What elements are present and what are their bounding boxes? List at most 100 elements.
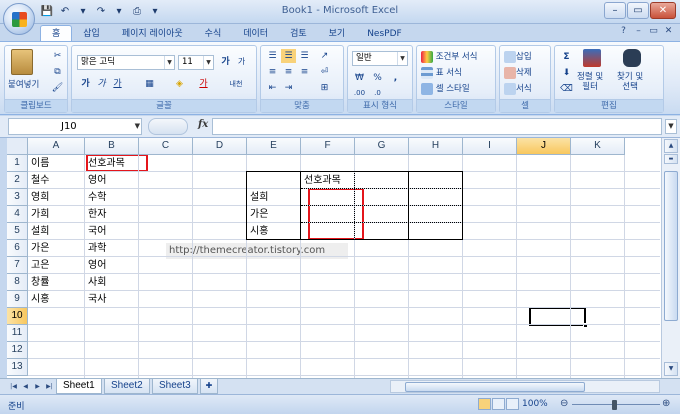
page-break-view-icon[interactable] [506, 398, 519, 410]
fill-color-icon[interactable]: ◈ [172, 77, 187, 91]
insert-sheet-icon[interactable]: ✚ [200, 379, 218, 394]
cell-b1[interactable]: 선호과목 [85, 155, 125, 172]
cell-a4[interactable]: 가희 [28, 206, 49, 223]
cell-b2[interactable]: 영어 [85, 172, 106, 189]
worksheet-grid[interactable]: ▲ ▬ ▼ http://themecreator.tistory.com AB… [0, 138, 680, 378]
font-color-button[interactable]: 가 [196, 77, 211, 91]
row-header-12[interactable]: 12 [7, 342, 28, 359]
grow-font-button[interactable]: 가 [218, 55, 233, 69]
scroll-down-icon[interactable]: ▼ [664, 362, 678, 376]
align-top-icon[interactable]: ☰ [265, 49, 280, 63]
row-header-4[interactable]: 4 [7, 206, 28, 223]
decrease-decimal-icon[interactable]: .0 [370, 86, 385, 100]
last-sheet-icon[interactable]: ▶| [44, 381, 55, 392]
sheet-tab-sheet1[interactable]: Sheet1 [56, 379, 102, 394]
sort-filter-button[interactable]: 정렬 및 필터 [577, 72, 603, 92]
tab-review[interactable]: 검토 [279, 26, 318, 42]
row-header-3[interactable]: 3 [7, 189, 28, 206]
tab-formulas[interactable]: 수식 [194, 26, 233, 42]
merge-center-icon[interactable]: ⊞ [317, 81, 332, 95]
ribbon-restore-icon[interactable]: ▭ [648, 26, 659, 37]
row-header-5[interactable]: 5 [7, 223, 28, 240]
minimize-button[interactable]: – [604, 2, 626, 19]
name-box[interactable]: J10 ▼ [8, 118, 142, 135]
column-header-j[interactable]: J [517, 138, 571, 155]
font-name-select[interactable]: 맑은 고딕 ▼ [77, 55, 175, 70]
row-header-2[interactable]: 2 [7, 172, 28, 189]
delete-cells-button[interactable]: 삭제 [504, 66, 532, 79]
cell-a7[interactable]: 고은 [28, 257, 49, 274]
cell-b9[interactable]: 국사 [85, 291, 106, 308]
cell-a1[interactable]: 이름 [28, 155, 49, 172]
tab-nespdf[interactable]: NesPDF [356, 26, 413, 42]
conditional-format-button[interactable]: 조건부 서식 [421, 50, 478, 63]
tab-insert[interactable]: 삽입 [72, 26, 111, 42]
cell-b5[interactable]: 국어 [85, 223, 106, 240]
formula-splitter[interactable] [148, 118, 188, 135]
row-header-13[interactable]: 13 [7, 359, 28, 376]
first-sheet-icon[interactable]: |◀ [8, 381, 19, 392]
cell-styles-button[interactable]: 셀 스타일 [421, 82, 470, 95]
column-header-i[interactable]: I [463, 138, 517, 155]
zoom-in-icon[interactable]: ⊕ [662, 398, 670, 409]
row-header-10[interactable]: 10 [7, 308, 28, 325]
horizontal-scrollbar[interactable] [390, 380, 660, 393]
paste-button[interactable] [11, 49, 33, 75]
row-header-11[interactable]: 11 [7, 325, 28, 342]
format-table-button[interactable]: 표 서식 [421, 66, 462, 79]
cell-b4[interactable]: 한자 [85, 206, 106, 223]
cell-a5[interactable]: 설희 [28, 223, 49, 240]
column-header-k[interactable]: K [571, 138, 625, 155]
tab-page-layout[interactable]: 페이지 레이아웃 [111, 26, 194, 42]
normal-view-icon[interactable] [478, 398, 491, 410]
next-sheet-icon[interactable]: ▶ [32, 381, 43, 392]
fill-icon[interactable]: ⬇ [559, 66, 574, 80]
align-center-icon[interactable]: ≡ [281, 65, 296, 79]
cell-a6[interactable]: 가은 [28, 240, 49, 257]
number-format-select[interactable]: 일반 ▼ [352, 51, 408, 66]
row-header-1[interactable]: 1 [7, 155, 28, 172]
insert-cells-button[interactable]: 삽입 [504, 50, 532, 63]
increase-indent-icon[interactable]: ⇥ [281, 81, 296, 95]
cell-b6[interactable]: 과학 [85, 240, 106, 257]
column-header-c[interactable]: C [139, 138, 193, 155]
orientation-icon[interactable]: ↗ [317, 49, 332, 63]
zoom-level[interactable]: 100% [522, 399, 548, 409]
bold-button[interactable]: 가 [78, 77, 93, 91]
office-button[interactable] [3, 3, 35, 35]
column-header-e[interactable]: E [247, 138, 301, 155]
restore-button[interactable]: ▭ [627, 2, 649, 19]
cell-b3[interactable]: 수학 [85, 189, 106, 206]
clear-icon[interactable]: ⌫ [559, 82, 574, 96]
horizontal-scroll-thumb[interactable] [405, 382, 585, 392]
tab-home[interactable]: 홈 [40, 25, 73, 42]
find-select-button[interactable]: 찾기 및 선택 [617, 72, 643, 92]
help-icon[interactable]: ? [618, 26, 629, 37]
cell-a2[interactable]: 철수 [28, 172, 49, 189]
formula-input[interactable] [212, 118, 662, 135]
tab-data[interactable]: 데이터 [232, 26, 279, 42]
zoom-slider[interactable]: ⊖ ⊕ [560, 398, 672, 410]
ribbon-close-icon[interactable]: ✕ [663, 26, 674, 37]
font-size-select[interactable]: 11 ▼ [178, 55, 214, 70]
tab-view[interactable]: 보기 [318, 26, 357, 42]
border-icon[interactable]: ▦ [142, 77, 157, 91]
split-box-icon[interactable]: ▬ [664, 154, 678, 164]
vertical-scroll-thumb[interactable] [664, 171, 678, 321]
zoom-out-icon[interactable]: ⊖ [560, 398, 568, 409]
row-header-6[interactable]: 6 [7, 240, 28, 257]
cell-b8[interactable]: 사회 [85, 274, 106, 291]
expand-formula-bar-icon[interactable]: ▼ [665, 119, 677, 134]
comma-button[interactable]: , [388, 71, 403, 85]
row-header-7[interactable]: 7 [7, 257, 28, 274]
select-all-corner[interactable] [7, 138, 28, 155]
align-left-icon[interactable]: ≡ [265, 65, 280, 79]
sheet-tab-sheet2[interactable]: Sheet2 [104, 379, 150, 394]
autosum-button[interactable]: Σ [559, 50, 574, 64]
column-header-h[interactable]: H [409, 138, 463, 155]
sheet-tab-sheet3[interactable]: Sheet3 [152, 379, 198, 394]
row-header-8[interactable]: 8 [7, 274, 28, 291]
currency-button[interactable]: ₩ [352, 71, 367, 85]
increase-decimal-icon[interactable]: .00 [352, 86, 367, 100]
cell-a9[interactable]: 시홍 [28, 291, 49, 308]
